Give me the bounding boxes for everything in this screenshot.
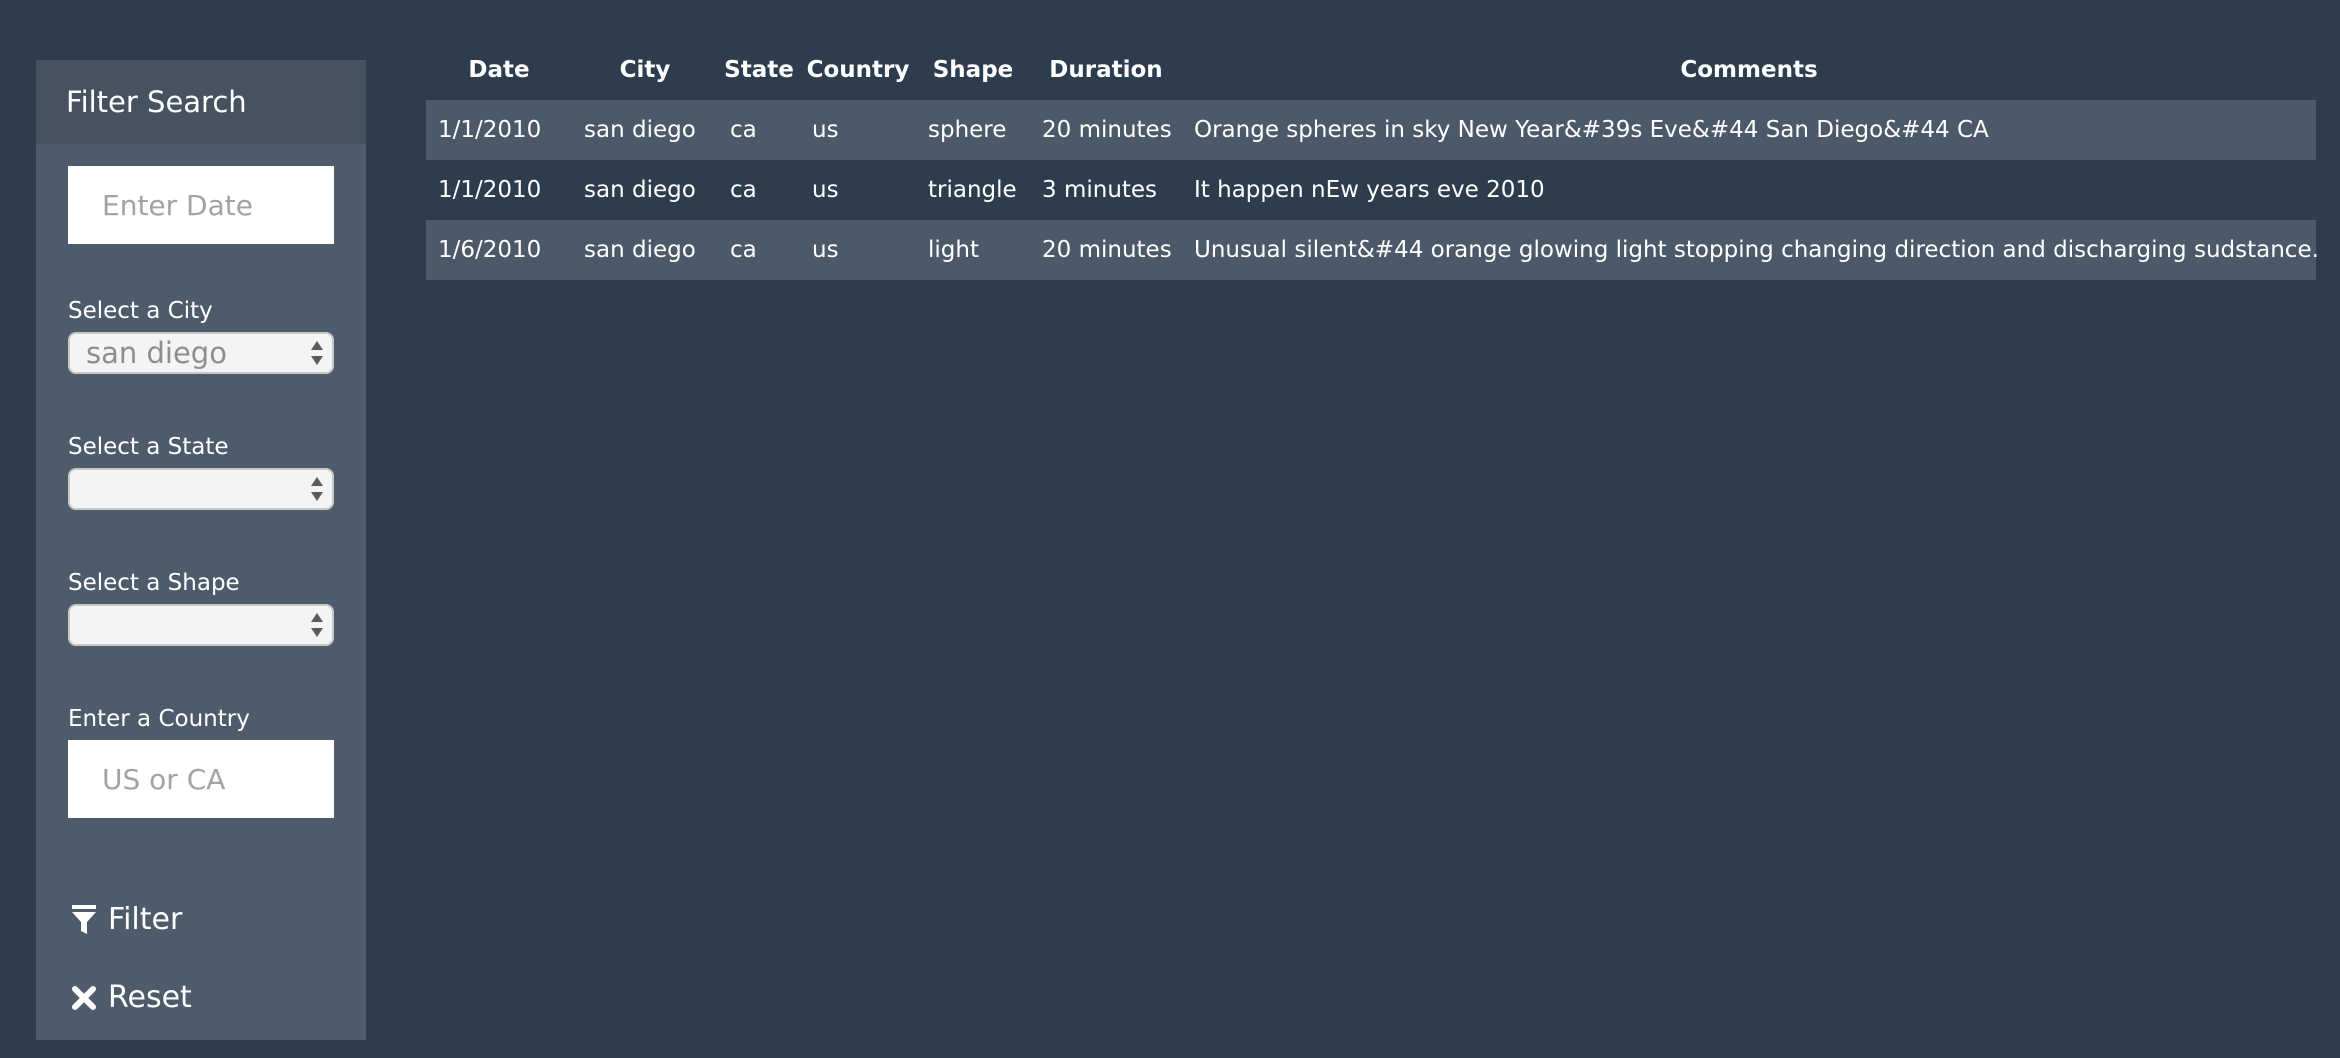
cell-shape: sphere [916,100,1030,160]
sightings-table: Date City State Country Shape Duration C… [426,40,2319,280]
table-row: 1/6/2010 san diego ca us light 20 minute… [426,220,2319,280]
shape-label: Select a Shape [68,570,240,596]
shape-select[interactable] [68,604,334,646]
city-field: Select a City san diego [68,296,334,374]
state-field: Select a State [68,432,334,510]
cell-city: san diego [572,100,718,160]
table-header-row: Date City State Country Shape Duration C… [426,40,2316,100]
cell-shape: light [916,220,1030,280]
cell-country: us [800,220,916,280]
table-row: 1/1/2010 san diego ca us triangle 3 minu… [426,160,2316,220]
table-row: 1/1/2010 san diego ca us sphere 20 minut… [426,100,2316,160]
cell-date: 1/1/2010 [426,100,572,160]
shape-field: Select a Shape [68,568,334,646]
cell-duration: 3 minutes [1042,177,1158,203]
cell-duration: 20 minutes [1030,220,1182,280]
city-label: Select a City [68,298,213,324]
select-arrows-icon [311,613,323,637]
date-input[interactable] [68,166,334,244]
country-input[interactable] [68,740,334,818]
select-arrows-icon [311,341,323,365]
city-select[interactable]: san diego [68,332,334,374]
city-select-value: san diego [86,336,227,370]
cell-state: ca [718,220,800,280]
state-select[interactable] [68,468,334,510]
reset-button[interactable]: Reset [70,980,192,1015]
cell-city: san diego [584,177,696,203]
country-field: Enter a Country [68,704,334,818]
cell-duration: 20 minutes [1030,100,1182,160]
date-field [68,166,334,244]
filter-icon [70,904,98,936]
state-label: Select a State [68,434,229,460]
filter-button[interactable]: Filter [70,902,182,937]
country-label: Enter a Country [68,706,250,732]
header-comments: Comments [1680,57,1818,83]
cell-state: ca [730,177,757,203]
cell-date: 1/6/2010 [426,220,572,280]
close-icon [70,982,98,1014]
cell-city: san diego [572,220,718,280]
cell-comments: Orange spheres in sky New Year&#39s Eve&… [1182,100,2316,160]
header-shape: Shape [932,57,1014,83]
filter-button-label: Filter [108,902,183,937]
filter-sidebar: Filter Search Select a City san diego Se… [36,60,366,1040]
cell-country: us [812,177,839,203]
header-duration: Duration [1049,57,1163,83]
header-city: City [619,57,671,83]
cell-shape: triangle [928,177,1017,203]
sidebar-title: Filter Search [36,60,366,144]
cell-country: us [800,100,916,160]
cell-state: ca [718,100,800,160]
sightings-table-container: Date City State Country Shape Duration C… [426,40,2319,280]
select-arrows-icon [311,477,323,501]
header-country: Country [806,57,910,83]
reset-button-label: Reset [108,980,192,1015]
cell-comments: Unusual silent&#44 orange glowing light … [1182,220,2319,280]
header-state: State [724,57,794,83]
cell-comments: It happen nEw years eve 2010 [1194,177,1545,203]
cell-date: 1/1/2010 [438,177,542,203]
header-date: Date [468,57,530,83]
